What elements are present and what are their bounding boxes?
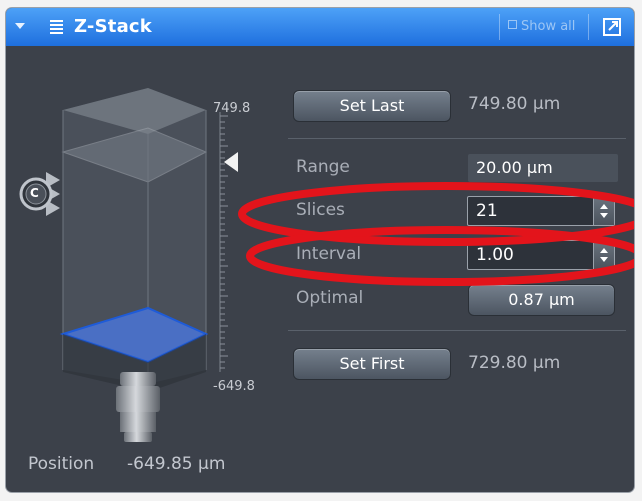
optimal-button[interactable]: 0.87 µm	[468, 284, 615, 316]
list-icon	[50, 20, 63, 34]
last-value: 749.80 µm	[468, 94, 561, 114]
range-value: 20.00 µm	[468, 154, 618, 182]
interval-spin-buttons[interactable]	[593, 241, 614, 269]
show-all-label: Show all	[521, 19, 576, 34]
checkbox-icon[interactable]	[508, 20, 517, 29]
spin-down-icon[interactable]	[600, 257, 608, 262]
scale-top-label: 749.8	[213, 101, 251, 116]
position-value: -649.85 µm	[127, 454, 226, 474]
position-label: Position	[28, 454, 95, 474]
slices-label: Slices	[296, 200, 345, 220]
panel-title: Z-Stack	[74, 16, 152, 37]
panel-header[interactable]: Z-Stack Show all	[6, 8, 634, 46]
set-first-button[interactable]: Set First	[293, 348, 451, 380]
scale-bottom-label: -649.8	[213, 379, 255, 394]
spin-down-icon[interactable]	[600, 213, 608, 218]
spin-up-icon[interactable]	[600, 204, 608, 209]
center-handle[interactable]: C	[16, 166, 60, 222]
first-value: 729.80 µm	[468, 353, 561, 373]
popout-icon[interactable]	[603, 18, 621, 36]
zstack-visualization: 749.8 -649.8 C Position -649.85 µm	[6, 46, 286, 492]
optimal-label: Optimal	[296, 288, 364, 308]
show-all-toggle[interactable]: Show all	[499, 14, 589, 40]
spin-up-icon[interactable]	[600, 248, 608, 253]
interval-input[interactable]: 1.00	[476, 245, 514, 265]
collapse-arrow-icon[interactable]	[15, 23, 25, 29]
position-marker-icon[interactable]	[224, 150, 240, 174]
separator	[288, 138, 626, 139]
zstack-panel: Z-Stack Show all 749.8 -649.8 C Position…	[6, 8, 634, 492]
separator	[288, 330, 626, 331]
range-label: Range	[296, 157, 350, 177]
slices-stepper[interactable]: 21	[467, 196, 615, 226]
set-last-button[interactable]: Set Last	[293, 90, 451, 122]
objective-icon	[116, 372, 160, 442]
interval-label: Interval	[296, 244, 362, 264]
slices-spin-buttons[interactable]	[593, 197, 614, 225]
interval-stepper[interactable]: 1.00	[467, 240, 615, 270]
slices-input[interactable]: 21	[476, 201, 498, 221]
center-handle-label: C	[30, 186, 39, 200]
